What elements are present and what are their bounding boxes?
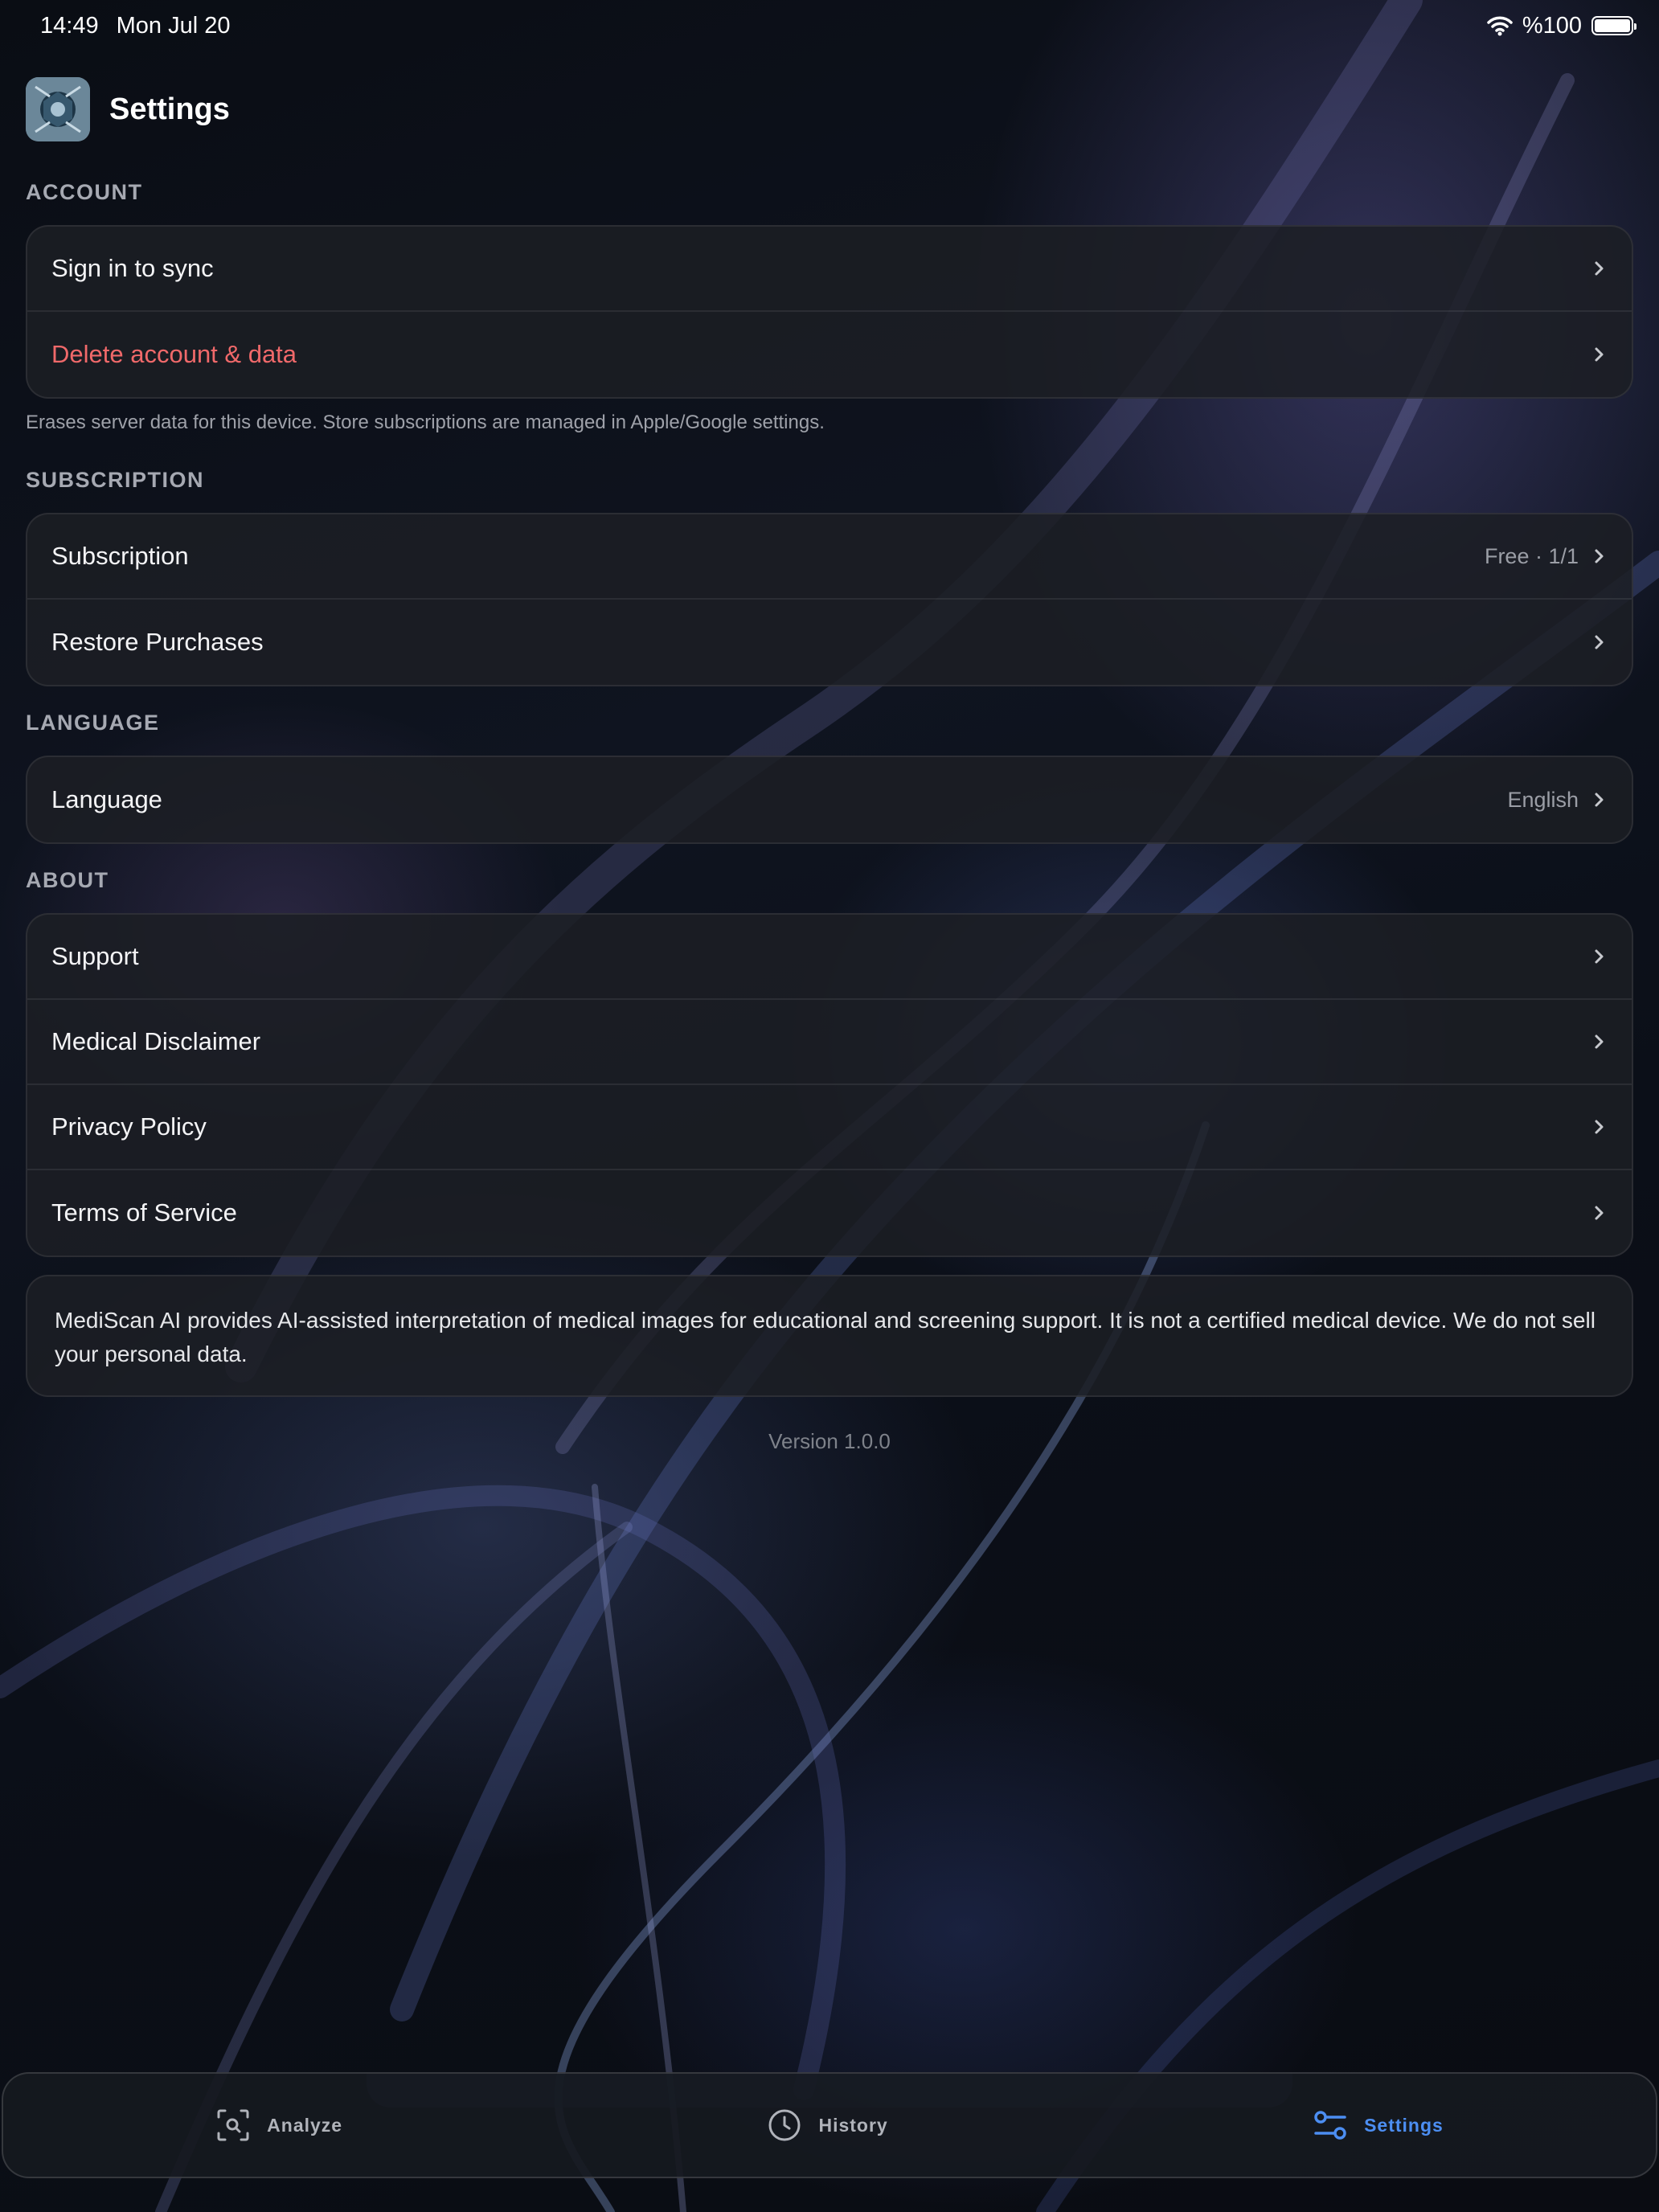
privacy-policy-row[interactable]: Privacy Policy [27, 1085, 1632, 1170]
language-value: English [1507, 787, 1579, 812]
chevron-right-icon [1595, 949, 1604, 964]
about-group: Support Medical Disclaimer Privacy Polic… [26, 913, 1633, 1257]
status-date: Mon Jul 20 [116, 12, 231, 39]
clock-icon [768, 2109, 801, 2141]
restore-purchases-row[interactable]: Restore Purchases [27, 600, 1632, 685]
account-group: Sign in to sync Delete account & data [26, 225, 1633, 399]
row-label: Privacy Policy [51, 1112, 207, 1141]
page-title: Settings [109, 92, 230, 126]
version-label: Version 1.0.0 [768, 1429, 891, 1453]
tab-settings[interactable]: Settings [1313, 2108, 1444, 2143]
chevron-right-icon [1595, 549, 1604, 563]
section-label-about: ABOUT [26, 868, 109, 892]
status-time: 14:49 [40, 12, 99, 39]
account-footnote: Erases server data for this device. Stor… [26, 412, 825, 433]
tab-analyze[interactable]: Analyze [215, 2108, 342, 2143]
language-row[interactable]: Language English [27, 757, 1632, 842]
subscription-group: Subscription Free · 1/1 Restore Purchase… [26, 513, 1633, 686]
support-row[interactable]: Support [27, 915, 1632, 1000]
section-label-subscription: SUBSCRIPTION [26, 468, 205, 492]
tab-label: History [818, 2114, 888, 2136]
subscription-value: Free · 1/1 [1484, 543, 1579, 568]
delete-account-row[interactable]: Delete account & data [27, 312, 1632, 397]
section-label-account: ACCOUNT [26, 180, 143, 204]
section-label-language: LANGUAGE [26, 711, 160, 735]
about-description-text: MediScan AI provides AI-assisted interpr… [55, 1308, 1596, 1366]
chevron-right-icon [1595, 1034, 1604, 1049]
chevron-right-icon [1595, 793, 1604, 807]
subscription-row[interactable]: Subscription Free · 1/1 [27, 514, 1632, 600]
tab-label: Settings [1364, 2114, 1444, 2136]
chevron-right-icon [1595, 261, 1604, 276]
row-label: Terms of Service [51, 1198, 237, 1227]
row-label: Restore Purchases [51, 628, 264, 656]
status-time-date: 14:49 Mon Jul 20 [40, 13, 242, 39]
sign-in-row[interactable]: Sign in to sync [27, 227, 1632, 312]
row-label: Sign in to sync [51, 254, 214, 282]
language-group: Language English [26, 756, 1633, 844]
chevron-right-icon [1595, 347, 1604, 362]
tab-label: Analyze [267, 2114, 343, 2136]
wifi-icon [1487, 16, 1513, 36]
app-logo-icon [26, 77, 90, 141]
row-label: Delete account & data [51, 340, 297, 368]
sliders-icon [1314, 2111, 1346, 2140]
terms-of-service-row[interactable]: Terms of Service [27, 1170, 1632, 1256]
row-label: Language [51, 785, 162, 813]
chevron-right-icon [1595, 635, 1604, 649]
battery-icon [1591, 16, 1636, 35]
status-bar: 14:49 Mon Jul 20 %100 [0, 0, 1659, 51]
chevron-right-icon [1595, 1120, 1604, 1134]
row-label: Support [51, 942, 139, 970]
row-label: Subscription [51, 542, 189, 570]
page-header: Settings [26, 77, 230, 141]
battery-percent: %100 [1522, 12, 1582, 39]
tab-bar: Analyze History Settings [2, 2072, 1657, 2178]
chevron-right-icon [1595, 1206, 1604, 1220]
row-label: Medical Disclaimer [51, 1027, 261, 1055]
scan-search-icon [217, 2109, 249, 2141]
medical-disclaimer-row[interactable]: Medical Disclaimer [27, 1000, 1632, 1085]
status-indicators: %100 [1487, 12, 1636, 39]
about-description-card: MediScan AI provides AI-assisted interpr… [26, 1275, 1633, 1397]
tab-history[interactable]: History [767, 2108, 887, 2143]
